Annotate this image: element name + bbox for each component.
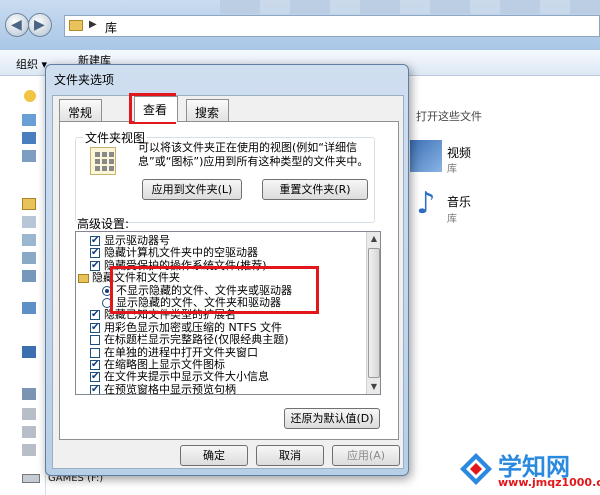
scroll-down-icon[interactable]: ▼ <box>368 381 380 393</box>
checkbox[interactable] <box>90 371 100 383</box>
breadcrumb-library[interactable]: 库 <box>105 19 117 36</box>
drive-c-icon[interactable] <box>22 408 36 420</box>
advanced-setting-label: 用彩色显示加密或压缩的 NTFS 文件 <box>104 320 283 334</box>
videos-icon[interactable] <box>22 270 36 282</box>
video-library-sub: 库 <box>447 164 457 175</box>
restore-defaults-button[interactable]: 还原为默认值(D) <box>284 408 380 429</box>
back-arrow-icon: ◀ <box>11 17 22 33</box>
reset-folders-button[interactable]: 重置文件夹(R) <box>262 179 368 200</box>
games-drive-icon[interactable] <box>22 474 40 483</box>
tab-view[interactable]: 查看 <box>134 96 178 122</box>
explorer-titlebar: ◀ ▶ ▶ 库 <box>0 0 600 50</box>
folder-icon <box>78 274 89 284</box>
apply-button[interactable]: 应用(A) <box>332 445 400 466</box>
library-hint-text: 打开这些文件 <box>416 110 482 123</box>
pictures-icon[interactable] <box>22 252 36 264</box>
advanced-setting-label: 在预览窗格中显示预览句柄 <box>104 382 236 395</box>
computer-icon[interactable] <box>22 388 36 400</box>
tab-general[interactable]: 常规 <box>59 99 102 121</box>
advanced-setting-label: 在文件夹提示中显示文件大小信息 <box>104 370 269 384</box>
folder-view-icon <box>90 147 116 175</box>
checkbox[interactable] <box>90 309 100 321</box>
video-library-icon[interactable] <box>410 140 442 172</box>
forward-arrow-icon: ▶ <box>34 17 45 33</box>
scroll-up-icon[interactable]: ▲ <box>368 233 380 245</box>
checkbox[interactable] <box>90 260 100 272</box>
advanced-settings-label: 高级设置: <box>77 217 130 231</box>
checkbox[interactable] <box>90 347 100 358</box>
blurred-title-strip <box>220 0 600 14</box>
drive-d-icon[interactable] <box>22 426 36 438</box>
ok-button[interactable]: 确定 <box>180 445 248 466</box>
dialog-title: 文件夹选项 <box>54 73 115 87</box>
back-button[interactable]: ◀ <box>5 13 29 37</box>
music-icon[interactable] <box>22 234 36 246</box>
hidden-files-options-highlight <box>110 266 319 314</box>
checkbox[interactable] <box>90 359 100 371</box>
organize-button[interactable]: 组织 ▾ <box>16 56 47 72</box>
tab-search[interactable]: 搜索 <box>186 99 229 121</box>
checkbox[interactable] <box>90 247 100 259</box>
forward-button[interactable]: ▶ <box>28 13 52 37</box>
music-library-icon[interactable]: ♪ <box>410 188 442 220</box>
documents-icon[interactable] <box>22 216 36 228</box>
checkbox[interactable] <box>90 384 100 394</box>
folder-view-description: 可以将该文件夹正在使用的视图(例如“详细信息”或“图标”)应用到所有这种类型的文… <box>138 141 369 168</box>
checkbox[interactable] <box>90 335 100 346</box>
recent-places-icon[interactable] <box>22 150 36 162</box>
breadcrumb-chevron-icon[interactable]: ▶ <box>89 19 97 30</box>
watermark-logo-icon <box>460 453 492 485</box>
apply-to-folders-button[interactable]: 应用到文件夹(L) <box>142 179 242 200</box>
video-library-name[interactable]: 视频 <box>447 144 471 161</box>
desktop-icon[interactable] <box>22 114 36 126</box>
cancel-button[interactable]: 取消 <box>256 445 324 466</box>
network-icon[interactable] <box>22 346 36 358</box>
watermark: 学知网 www.jmqz1000.com <box>458 445 600 493</box>
music-library-sub: 库 <box>447 214 457 225</box>
checkbox[interactable] <box>90 235 100 247</box>
libraries-icon[interactable] <box>22 198 36 210</box>
homegroup-icon[interactable] <box>22 302 36 314</box>
music-library-name[interactable]: 音乐 <box>447 193 471 210</box>
advanced-setting-label: 在标题栏显示完整路径(仅限经典主题) <box>104 333 289 347</box>
downloads-icon[interactable] <box>22 132 36 144</box>
library-folder-icon <box>69 20 83 31</box>
advanced-list-scrollbar[interactable]: ▲ ▼ <box>366 232 380 394</box>
favorites-star-icon[interactable] <box>24 90 36 102</box>
advanced-setting-label: 隐藏计算机文件夹中的空驱动器 <box>104 246 258 260</box>
watermark-url: www.jmqz1000.com <box>498 476 600 489</box>
drive-e-icon[interactable] <box>22 444 36 456</box>
checkbox[interactable] <box>90 322 100 334</box>
advanced-setting-label: 在单独的进程中打开文件夹窗口 <box>104 345 258 359</box>
address-bar[interactable]: ▶ 库 <box>64 15 600 37</box>
scroll-thumb[interactable] <box>368 248 380 378</box>
navigation-pane <box>0 76 46 495</box>
